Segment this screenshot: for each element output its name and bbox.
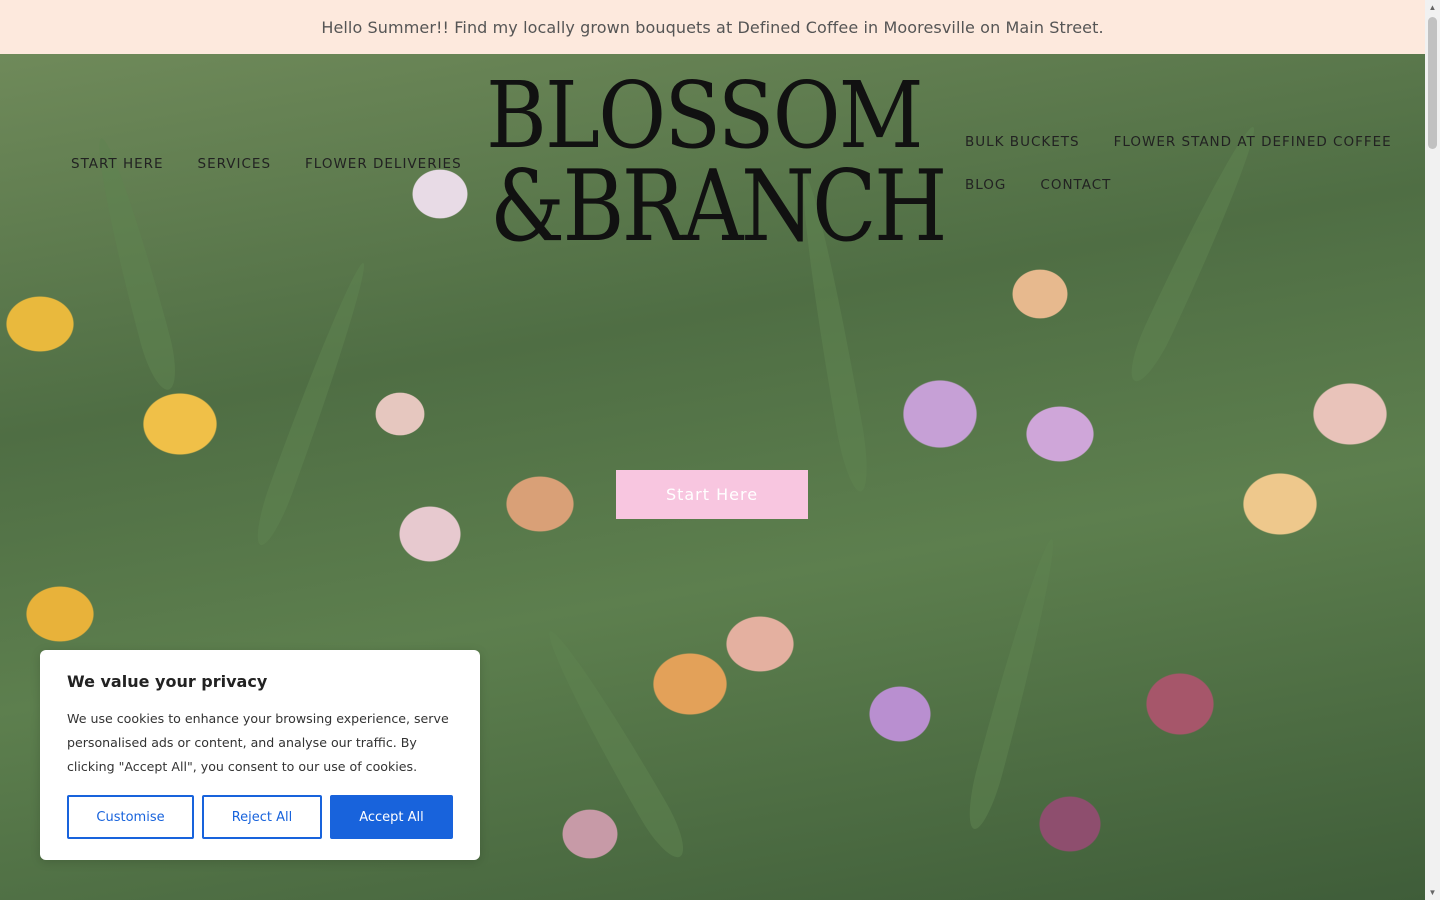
- logo-line-1: BLOSSOM: [486, 62, 924, 169]
- nav-flower-deliveries[interactable]: FLOWER DELIVERIES: [305, 156, 462, 172]
- primary-nav-right: BULK BUCKETS FLOWER STAND AT DEFINED COF…: [965, 134, 1405, 220]
- announcement-bar: Hello Summer!! Find my locally grown bou…: [0, 0, 1425, 54]
- start-here-button[interactable]: Start Here: [616, 470, 808, 519]
- announcement-text: Hello Summer!! Find my locally grown bou…: [321, 17, 1104, 37]
- nav-services[interactable]: SERVICES: [198, 156, 271, 172]
- scrollbar-thumb[interactable]: [1428, 17, 1437, 149]
- cookie-body: We use cookies to enhance your browsing …: [67, 711, 449, 774]
- cookie-actions: Customise Reject All Accept All: [67, 795, 453, 839]
- cookie-title: We value your privacy: [67, 672, 268, 691]
- site-logo[interactable]: BLOSSOM &BRANCH: [484, 62, 948, 264]
- page-scrollbar[interactable]: ▲ ▼: [1425, 0, 1440, 900]
- nav-start-here[interactable]: START HERE: [71, 156, 164, 172]
- primary-nav-left: START HERE SERVICES FLOWER DELIVERIES: [71, 156, 462, 172]
- logo-line-2: &BRANCH: [490, 150, 948, 264]
- triangle-down-icon[interactable]: ▼: [1425, 885, 1440, 900]
- cookie-consent-banner: We value your privacy We use cookies to …: [40, 650, 480, 860]
- customise-button[interactable]: Customise: [67, 795, 194, 839]
- reject-all-button[interactable]: Reject All: [202, 795, 322, 839]
- nav-contact[interactable]: CONTACT: [1040, 177, 1111, 193]
- nav-flower-stand[interactable]: FLOWER STAND AT DEFINED COFFEE: [1114, 134, 1392, 150]
- nav-bulk-buckets[interactable]: BULK BUCKETS: [965, 134, 1080, 150]
- triangle-up-icon[interactable]: ▲: [1425, 0, 1440, 15]
- nav-blog[interactable]: BLOG: [965, 177, 1006, 193]
- accept-all-button[interactable]: Accept All: [330, 795, 453, 839]
